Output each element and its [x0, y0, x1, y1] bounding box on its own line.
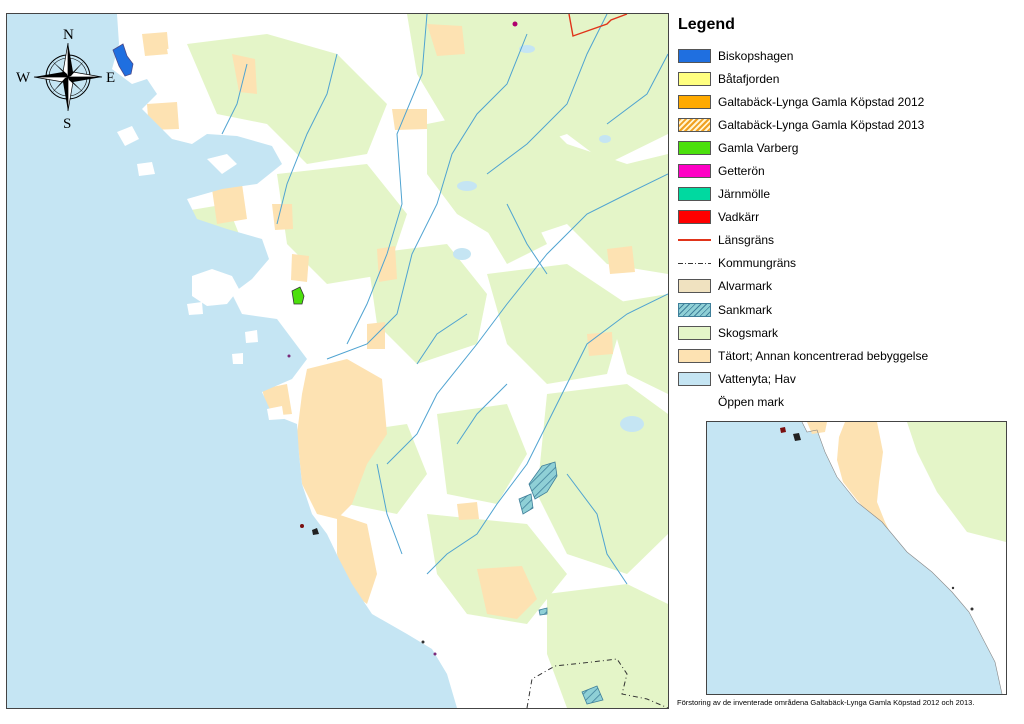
legend-item: Skogsmark [675, 321, 1020, 344]
alvar-fill-swatch [678, 279, 711, 294]
legend-item: Galtabäck-Lynga Gamla Köpstad 2012 [675, 90, 1020, 113]
legend-item-label: Skogsmark [718, 325, 779, 340]
compass-east-label: E [106, 70, 115, 86]
legend-item-label: Vattenyta; Hav [718, 371, 796, 386]
legend-item-label: Kommungräns [718, 256, 797, 271]
legend-item-label: Vadkärr [718, 210, 760, 225]
legend-item: Getterön [675, 159, 1020, 182]
legend-item: Alvarmark [675, 275, 1020, 298]
forest-fill-swatch [678, 325, 711, 340]
legend-item: Galtabäck-Lynga Gamla Köpstad 2013 [675, 113, 1020, 136]
legend-item: Båtafjorden [675, 67, 1020, 90]
legend-item: Länsgräns [675, 229, 1020, 252]
legend-item: Öppen mark [675, 390, 1020, 413]
compass-south-label: S [63, 116, 71, 132]
legend-item: Gamla Varberg [675, 136, 1020, 159]
legend-item-label: Alvarmark [718, 279, 773, 294]
legend-item: Vattenyta; Hav [675, 367, 1020, 390]
water-fill-swatch [678, 371, 711, 386]
legend-item: Biskopshagen [675, 44, 1020, 67]
legend-item-label: Båtafjorden [718, 71, 780, 86]
inset-caption: Förstoring av de inventerade områdena Ga… [677, 698, 975, 707]
vadkarr-site [300, 524, 304, 528]
red-fill-swatch [678, 210, 711, 225]
magenta-fill-swatch [678, 164, 711, 179]
orange-fill-swatch [678, 94, 711, 109]
legend-item-label: Tätort; Annan koncentrerad bebyggelse [718, 348, 929, 363]
yellow-fill-swatch [678, 71, 711, 86]
wetland-hatch-swatch [678, 302, 711, 317]
main-map: N S E W [6, 13, 669, 709]
legend-item-label: Getterön [718, 164, 765, 179]
getteron-site [512, 21, 518, 27]
legend-item: Kommungräns [675, 252, 1020, 275]
small-site-1 [287, 354, 291, 358]
legend-list: Biskopshagen Båtafjorden Galtabäck-Lynga G… [675, 44, 1020, 414]
inset-site-2013 [780, 427, 786, 433]
legend-title: Legend [678, 16, 735, 33]
compass-north-label: N [63, 27, 74, 43]
legend-item-label: Biskopshagen [718, 48, 794, 63]
open-land-swatch [678, 395, 711, 409]
county-border-line [678, 233, 711, 248]
legend-item-label: Galtabäck-Lynga Gamla Köpstad 2013 [718, 117, 925, 132]
municipal-border-line [678, 256, 711, 271]
legend-item-label: Galtabäck-Lynga Gamla Köpstad 2012 [718, 94, 925, 109]
inset-small-site-2 [951, 586, 955, 590]
small-site-3 [421, 640, 425, 644]
small-site-2 [433, 652, 437, 656]
green-fill-swatch [678, 140, 711, 155]
legend-panel: Legend Biskopshagen Båtafjorden Galtabäck-… [675, 14, 1020, 414]
blue-fill-swatch [678, 48, 711, 63]
legend-item: Järnmölle [675, 183, 1020, 206]
legend-item: Sankmark [675, 298, 1020, 321]
legend-item-label: Länsgräns [718, 233, 775, 248]
teal-fill-swatch [678, 187, 711, 202]
legend-item-label: Sankmark [718, 302, 773, 317]
legend-item: Tätort; Annan koncentrerad bebyggelse [675, 344, 1020, 367]
compass-west-label: W [16, 70, 31, 86]
legend-item: Vadkärr [675, 206, 1020, 229]
orange-hatch-swatch [678, 117, 711, 132]
legend-item-label: Järnmölle [718, 187, 771, 202]
urban-fill-swatch [678, 348, 711, 363]
inset-map [706, 421, 1007, 695]
legend-item-label: Gamla Varberg [718, 140, 799, 155]
inset-small-site [970, 607, 974, 611]
legend-item-label: Öppen mark [718, 394, 785, 409]
